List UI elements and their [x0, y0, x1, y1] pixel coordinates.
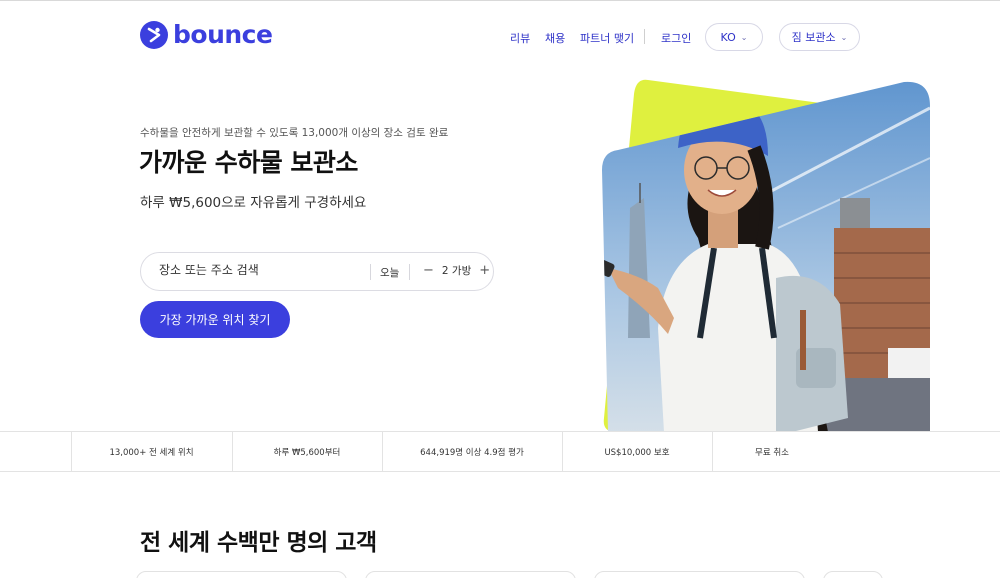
chevron-down-icon: ⌄	[740, 32, 748, 42]
review-card[interactable]	[365, 571, 576, 578]
logo[interactable]: bounce	[140, 20, 273, 50]
chevron-down-icon: ⌄	[840, 32, 848, 42]
service-menu-button[interactable]: 짐 보관소 ⌄	[779, 23, 860, 51]
bag-stepper: − 2 가방 +	[423, 263, 490, 278]
plus-button[interactable]: +	[479, 263, 490, 278]
stat-price: 하루 ₩5,600부터	[273, 447, 341, 458]
hero-subtitle: 하루 ₩5,600으로 자유롭게 구경하세요	[140, 195, 367, 211]
service-menu-label: 짐 보관소	[791, 31, 836, 44]
review-card[interactable]	[594, 571, 805, 578]
language-select[interactable]: KO ⌄	[705, 23, 763, 51]
hero-image	[602, 79, 930, 432]
search-bar: 오늘 − 2 가방 +	[140, 252, 494, 291]
logo-text: bounce	[173, 20, 273, 49]
nav-divider	[644, 29, 645, 44]
nav-link-careers[interactable]: 채용	[545, 30, 565, 46]
stat-rating: 644,919명 이상 4.9점 평가	[420, 447, 524, 458]
bounce-logo-icon	[140, 21, 168, 49]
minus-button[interactable]: −	[423, 263, 434, 278]
find-nearest-button[interactable]: 가장 가까운 위치 찾기	[140, 301, 290, 338]
language-label: KO	[720, 30, 736, 44]
nav-link-login[interactable]: 로그인	[661, 30, 691, 46]
section-title: 전 세계 수백만 명의 고객	[140, 530, 377, 556]
stat-locations: 13,000+ 전 세계 위치	[109, 447, 194, 458]
stats-bar: 13,000+ 전 세계 위치 하루 ₩5,600부터 644,919명 이상 …	[0, 431, 1000, 472]
review-card[interactable]	[136, 571, 347, 578]
stat-protection: US$10,000 보호	[604, 447, 670, 458]
search-input[interactable]	[159, 263, 369, 277]
nav-link-reviews[interactable]: 리뷰	[510, 30, 530, 46]
nav-link-partner[interactable]: 파트너 맺기	[580, 30, 634, 46]
hero-eyebrow: 수하물을 안전하게 보관할 수 있도록 13,000개 이상의 장소 검토 완료	[140, 127, 449, 139]
date-select[interactable]: 오늘	[380, 265, 399, 280]
page-title: 가까운 수하물 보관소	[139, 148, 358, 177]
stat-cancellation: 무료 취소	[755, 447, 789, 458]
top-border	[0, 0, 1000, 1]
bag-count: 2 가방	[441, 265, 472, 277]
search-divider	[370, 264, 371, 280]
search-divider	[409, 264, 410, 280]
review-card[interactable]	[823, 571, 883, 578]
